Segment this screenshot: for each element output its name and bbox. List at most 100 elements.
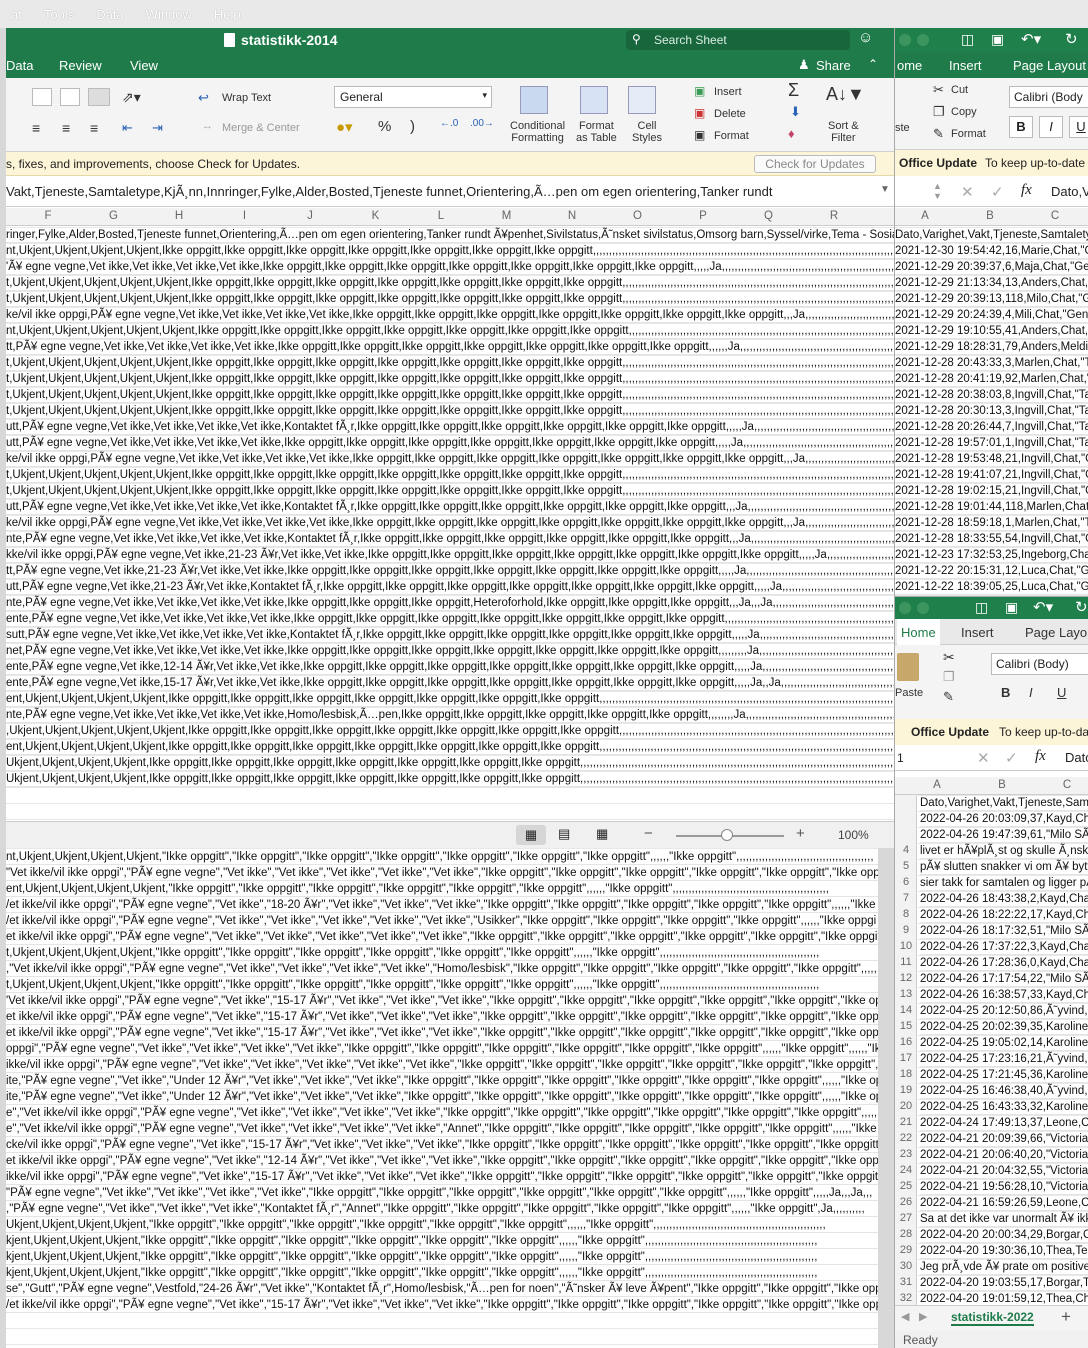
row-number[interactable]: 15: [895, 1020, 917, 1032]
table-row[interactable]: ,"Vet ikke/vil ikke oppgi","PÃ¥ egne veg…: [6, 961, 878, 977]
table-row[interactable]: ite,"PÃ¥ egne vegne","Vet ikke","Under 1…: [6, 1089, 878, 1105]
column-header[interactable]: N: [562, 210, 582, 222]
table-row[interactable]: nte,PÃ¥ egne vegne,Vet ikke,Vet ikke,Vet…: [6, 707, 894, 723]
zoom-in-button[interactable]: +: [796, 825, 805, 842]
page-layout-view-icon[interactable]: ▤: [558, 826, 570, 842]
table-row[interactable]: et ikke/vil ikke oppgi","PÃ¥ egne vegne"…: [6, 1025, 878, 1041]
table-row[interactable]: livet er hÃ¥plÃ¸st og skulle Ã¸nske hun: [920, 843, 1088, 859]
table-row[interactable]: 2021-12-28 20:41:19,92,Marlen,Chat,"Ge: [895, 371, 1088, 387]
table-row[interactable]: t,Ukjent,Ukjent,Ukjent,Ukjent,"Ikke oppg…: [6, 945, 878, 961]
table-row[interactable]: 2021-12-28 19:01:44,118,Marlen,Chat,"C: [895, 499, 1088, 515]
table-row[interactable]: t,Ukjent,Ukjent,Ukjent,Ukjent,Ukjent,Ikk…: [6, 275, 894, 291]
row-number[interactable]: 29: [895, 1244, 917, 1256]
name-box-stepper[interactable]: ▲ ▼: [933, 181, 942, 201]
column-header[interactable]: Q: [759, 210, 779, 222]
table-row[interactable]: ,"PÃ¥ egne vegne","Vet ikke","Vet ikke",…: [6, 1201, 878, 1217]
table-row[interactable]: /et ikke/vil ikke oppgi","PÃ¥ egne vegne…: [6, 897, 878, 913]
insert-cells-button[interactable]: Insert: [714, 86, 742, 98]
table-row[interactable]: ikke/vil ikke oppgi","PÃ¥ egne vegne","V…: [6, 1169, 878, 1185]
currency-icon[interactable]: ●▾: [336, 118, 353, 136]
font-name-select[interactable]: Calibri (Body): [991, 653, 1088, 675]
row-number[interactable]: 5: [895, 860, 917, 872]
table-row[interactable]: ikke/vil ikke oppgi","PÃ¥ egne vegne","V…: [6, 1057, 878, 1073]
tab-data[interactable]: Data: [6, 58, 33, 73]
increase-decimal-icon[interactable]: ←.0: [440, 118, 458, 129]
number-format-select[interactable]: General ▾: [334, 86, 492, 108]
row-number[interactable]: 30: [895, 1260, 917, 1272]
clear-icon[interactable]: ♦: [788, 126, 795, 141]
table-row[interactable]: net,PÃ¥ egne vegne,Vet ikke,Vet ikke,Vet…: [6, 643, 894, 659]
delete-cells-button[interactable]: Delete: [714, 108, 746, 120]
row-number[interactable]: 6: [895, 876, 917, 888]
table-row[interactable]: /et ikke/vil ikke oppgi","PÃ¥ egne vegne…: [6, 1297, 878, 1313]
table-row[interactable]: t,Ukjent,Ukjent,Ukjent,Ukjent,Ukjent,Ikk…: [6, 483, 894, 499]
table-row[interactable]: kke/vil ikke oppgi,PÃ¥ egne vegne,Vet ik…: [6, 547, 894, 563]
table-row[interactable]: 2021-12-28 19:53:48,21,Ingvill,Chat,"Ger: [895, 451, 1088, 467]
formula-expand-icon[interactable]: ▼: [880, 184, 890, 195]
table-row[interactable]: 2022-04-25 20:12:50,86,Ã˜yvind,Chat,: [920, 1003, 1088, 1019]
fill-icon[interactable]: ⬇: [790, 104, 801, 120]
comma-button[interactable]: ): [410, 118, 415, 135]
check-for-updates-button[interactable]: Check for Updates: [754, 155, 876, 173]
cancel-icon[interactable]: ✕: [961, 183, 974, 201]
table-row[interactable]: nt,Ukjent,Ukjent,Ukjent,Ukjent,Ukjent,Ik…: [6, 323, 894, 339]
paste-button[interactable]: ste: [895, 122, 910, 134]
table-row[interactable]: 2022-04-20 19:03:55,17,Borgar,Telefo: [920, 1275, 1088, 1291]
italic-button[interactable]: I: [1039, 116, 1063, 138]
table-row[interactable]: t,Ukjent,Ukjent,Ukjent,Ukjent,Ukjent,Ikk…: [6, 291, 894, 307]
table-row[interactable]: Ukjent,Ukjent,Ukjent,Ukjent,Ikke oppgitt…: [6, 755, 894, 771]
table-row[interactable]: 'Ã¥ egne vegne,Vet ikke,Vet ikke,Vet ikk…: [6, 259, 894, 275]
table-row[interactable]: 2021-12-29 20:24:39,4,Mili,Chat,"Gener: [895, 307, 1088, 323]
copy-icon[interactable]: ❐: [943, 669, 955, 685]
row-number[interactable]: 24: [895, 1164, 917, 1176]
conditional-formatting-button[interactable]: Conditional Formatting: [510, 120, 565, 144]
table-row[interactable]: 2021-12-28 20:43:33,3,Marlen,Chat,"Tau: [895, 355, 1088, 371]
collapse-ribbon-icon[interactable]: ⌃: [868, 57, 878, 71]
search-sheet[interactable]: ⚲ Search Sheet: [626, 30, 850, 50]
table-row[interactable]: 2022-04-25 17:23:16,21,Ã˜yvind,Chat,: [920, 1051, 1088, 1067]
table-row[interactable]: t,Ukjent,Ukjent,Ukjent,Ukjent,Ukjent,Ikk…: [6, 355, 894, 371]
table-row[interactable]: 2021-12-28 20:26:44,7,Ingvill,Chat,"Taus: [895, 419, 1088, 435]
table-row[interactable]: nte,PÃ¥ egne vegne,Vet ikke,Vet ikke,Vet…: [6, 531, 894, 547]
table-row[interactable]: ringer,Fylke,Alder,Bosted,Tjeneste funne…: [6, 227, 894, 243]
table-row[interactable]: 2022-04-20 19:30:36,10,Thea,Telefon,: [920, 1243, 1088, 1259]
table-row[interactable]: tt,PÃ¥ egne vegne,Vet ikke,Vet ikke,Vet …: [6, 339, 894, 355]
cut-button[interactable]: Cut: [951, 84, 968, 96]
table-row[interactable]: 2022-04-26 18:22:22,17,Kayd,Chat,"G: [920, 907, 1088, 923]
column-header[interactable]: H: [169, 210, 189, 222]
table-row[interactable]: 2022-04-25 16:43:33,32,Karoline,Chat: [920, 1099, 1088, 1115]
table-row[interactable]: nt,Ukjent,Ukjent,Ukjent,Ukjent,Ikke oppg…: [6, 243, 894, 259]
window-minimize-button[interactable]: [917, 602, 929, 614]
table-row[interactable]: ke/vil ikke oppgi,PÃ¥ egne vegne,Vet ikk…: [6, 451, 894, 467]
table-row[interactable]: 2021-12-28 20:38:03,8,Ingvill,Chat,"Taus: [895, 387, 1088, 403]
table-row[interactable]: 2021-12-29 20:39:37,6,Maja,Chat,"Gene: [895, 259, 1088, 275]
row-number[interactable]: 31: [895, 1276, 917, 1288]
name-box[interactable]: 1: [897, 751, 904, 765]
table-row[interactable]: 2022-04-25 19:05:02,14,Karoline,Chat: [920, 1035, 1088, 1051]
table-row[interactable]: t,Ukjent,Ukjent,Ukjent,Ukjent,Ukjent,Ikk…: [6, 387, 894, 403]
table-row[interactable]: /et ikke/vil ikke oppgi","PÃ¥ egne vegne…: [6, 913, 878, 929]
cancel-icon[interactable]: ✕: [977, 749, 990, 767]
row-number[interactable]: 18: [895, 1068, 917, 1080]
menu-item-help[interactable]: Help: [203, 7, 252, 22]
column-header[interactable]: C: [1045, 210, 1065, 222]
table-row[interactable]: 2021-12-29 18:28:31,79,Anders,Melding: [895, 339, 1088, 355]
table-row[interactable]: Jeg prÃ¸vde Ã¥ prate om positive grep: [920, 1259, 1088, 1275]
table-row[interactable]: 2021-12-22 18:39:05,25,Luca,Chat,"Gene: [895, 579, 1088, 595]
table-row[interactable]: 2022-04-26 20:03:09,37,Kayd,Chat,"G: [920, 811, 1088, 827]
table-row[interactable]: 2021-12-23 17:32:53,25,Ingeborg,Chat,"C: [895, 547, 1088, 563]
table-row[interactable]: t,Ukjent,Ukjent,Ukjent,Ukjent,Ukjent,Ikk…: [6, 371, 894, 387]
column-header[interactable]: L: [431, 210, 451, 222]
column-header[interactable]: C: [1057, 779, 1077, 791]
decrease-indent-icon[interactable]: ⇤: [122, 120, 133, 136]
row-number[interactable]: 8: [895, 908, 917, 920]
font-name-select[interactable]: Calibri (Body: [1009, 86, 1088, 108]
tab-insert[interactable]: Insert: [949, 58, 982, 73]
function-icon[interactable]: fx: [1035, 748, 1046, 765]
table-row[interactable]: 2021-12-28 18:33:55,54,Ingvill,Chat,"Ger: [895, 531, 1088, 547]
row-number[interactable]: 9: [895, 924, 917, 936]
table-row[interactable]: et ikke/vil ikke oppgi","PÃ¥ egne vegne"…: [6, 1009, 878, 1025]
tab-home[interactable]: Home: [897, 619, 940, 645]
menu-item-tools[interactable]: Tools: [33, 7, 85, 22]
row-number[interactable]: 17: [895, 1052, 917, 1064]
